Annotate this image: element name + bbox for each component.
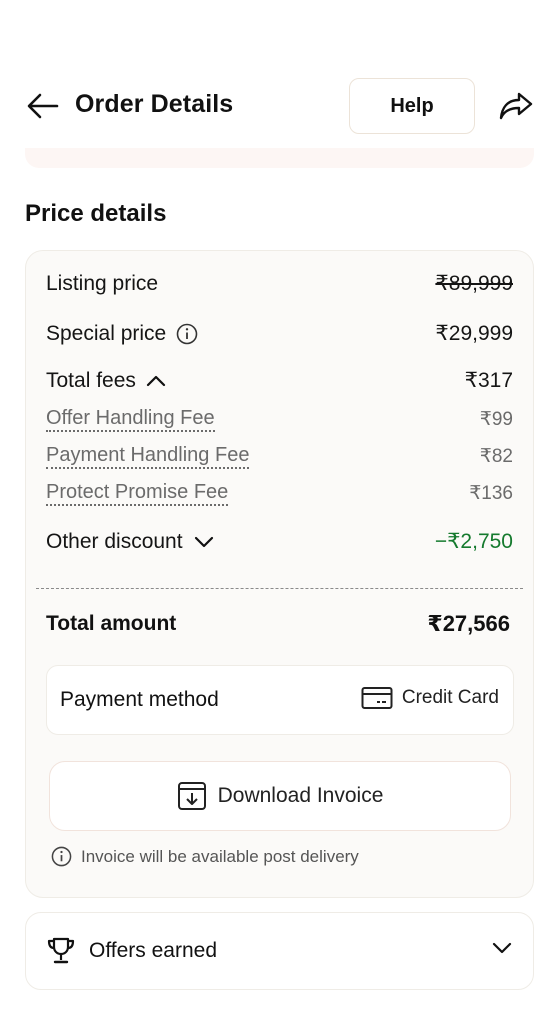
fee-item-label[interactable]: Offer Handling Fee (46, 407, 215, 432)
total-fees-label: Total fees (46, 368, 136, 392)
invoice-note-text: Invoice will be available post delivery (81, 846, 359, 866)
special-price-value: ₹29,999 (435, 322, 513, 345)
page-title: Order Details (75, 90, 234, 118)
listing-price-row: Listing price ₹89,999 (46, 271, 513, 296)
fee-item-label[interactable]: Protect Promise Fee (46, 481, 229, 506)
total-amount-value: ₹27,566 (427, 611, 510, 636)
fee-item-label[interactable]: Payment Handling Fee (46, 444, 250, 469)
fee-item-row: Protect Promise Fee ₹136 (46, 481, 513, 506)
download-icon (177, 782, 206, 810)
payment-method-value-wrap: Credit Card (361, 686, 499, 710)
total-fees-row[interactable]: Total fees ₹317 (46, 368, 513, 393)
download-invoice-button[interactable]: Download Invoice (49, 761, 511, 831)
credit-card-icon (361, 687, 393, 709)
offers-earned-card[interactable]: Offers earned (25, 912, 534, 990)
fee-item-value: ₹82 (479, 446, 513, 467)
back-arrow-icon (27, 93, 59, 119)
total-fees-label-wrap: Total fees (46, 369, 166, 393)
fee-item-value: ₹99 (479, 409, 513, 430)
invoice-note: Invoice will be available post delivery (51, 846, 359, 867)
special-price-row: Special price ₹29,999 (46, 321, 513, 346)
price-details-card: Listing price ₹89,999 Special price ₹29,… (25, 250, 534, 898)
total-fees-value: ₹317 (464, 369, 513, 392)
other-discount-label: Other discount (46, 529, 183, 553)
payment-method-label: Payment method (60, 688, 219, 711)
offers-earned-wrap: Offers earned (46, 937, 217, 965)
other-discount-label-wrap: Other discount (46, 530, 215, 554)
listing-price-value: ₹89,999 (435, 272, 513, 295)
chevron-down-icon[interactable] (193, 535, 215, 549)
offers-earned-label: Offers earned (89, 939, 218, 962)
total-amount-label: Total amount (46, 612, 177, 635)
price-details-title: Price details (25, 200, 167, 227)
dashed-divider (36, 588, 523, 589)
header-bar: Order Details Help (0, 76, 558, 136)
previous-section-strip (25, 148, 534, 168)
special-price-label: Special price (46, 321, 167, 345)
fee-item-row: Offer Handling Fee ₹99 (46, 407, 513, 432)
special-price-label-wrap: Special price (46, 322, 198, 346)
payment-method-value: Credit Card (401, 687, 499, 708)
total-amount-row: Total amount ₹27,566 (46, 611, 510, 637)
trophy-icon (47, 937, 75, 964)
other-discount-value: −₹2,750 (434, 530, 513, 553)
listing-price-label: Listing price (46, 271, 159, 295)
payment-method-box: Payment method Credit Card (46, 665, 514, 735)
fee-item-value: ₹136 (469, 483, 513, 504)
share-icon (499, 92, 533, 120)
other-discount-row[interactable]: Other discount −₹2,750 (46, 529, 513, 554)
info-icon[interactable] (176, 323, 198, 345)
chevron-up-icon[interactable] (146, 374, 166, 388)
help-button[interactable]: Help (349, 78, 475, 134)
chevron-down-icon[interactable] (491, 941, 513, 955)
download-invoice-label: Download Invoice (217, 784, 384, 807)
info-icon (51, 846, 72, 867)
share-button[interactable] (496, 88, 536, 124)
fee-item-row: Payment Handling Fee ₹82 (46, 444, 513, 469)
back-button[interactable] (26, 90, 60, 122)
